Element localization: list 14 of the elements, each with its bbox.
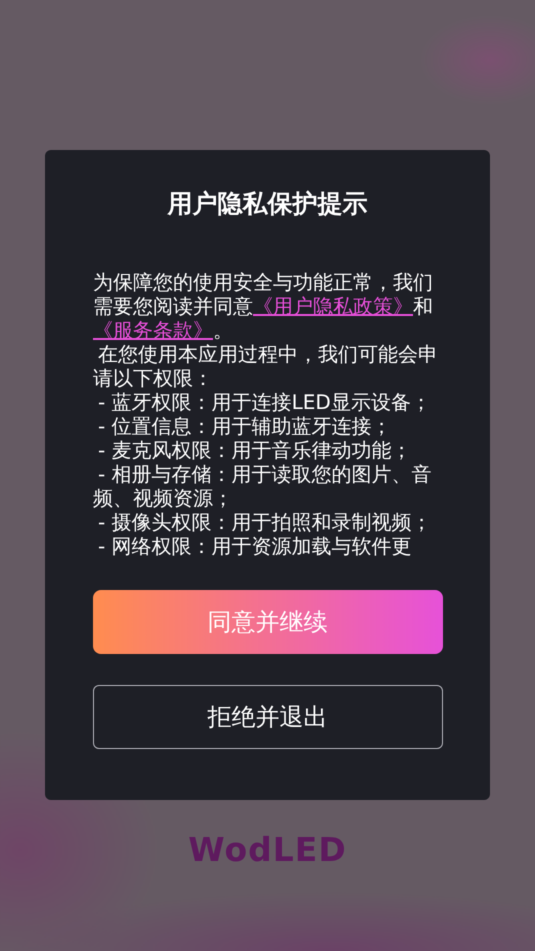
- agree-button[interactable]: 同意并继续: [92, 590, 442, 654]
- permission-text: - 相册与存储：用于读取您的图片、音频、视频资源；: [93, 462, 433, 510]
- intro-paragraph: 为保障您的使用安全与功能正常，我们需要您阅读并同意《用户隐私政策》和 《服务条款》。: [93, 270, 434, 342]
- permission-text: - 网络权限：用于资源加载与软件更: [97, 534, 413, 558]
- permission-text: - 位置信息：用于辅助蓝牙连接；: [97, 414, 393, 438]
- app-logo: WodLED: [188, 830, 347, 869]
- permission-text: - 摄像头权限：用于拍照和录制视频；: [97, 510, 433, 534]
- permission-text: 在您使用本应用过程中，我们可能会申请以下权限：: [93, 342, 439, 390]
- policy-link[interactable]: 《服务条款》: [93, 318, 213, 342]
- permission-text: - 蓝牙权限：用于连接LED显示设备；: [97, 390, 432, 414]
- policy-link[interactable]: 《用户隐私政策》: [253, 294, 413, 318]
- decline-button[interactable]: 拒绝并退出: [92, 685, 442, 749]
- dialog-title: 用户隐私保护提示: [168, 188, 368, 220]
- permission-text: - 麦克风权限：用于音乐律动功能；: [97, 438, 413, 462]
